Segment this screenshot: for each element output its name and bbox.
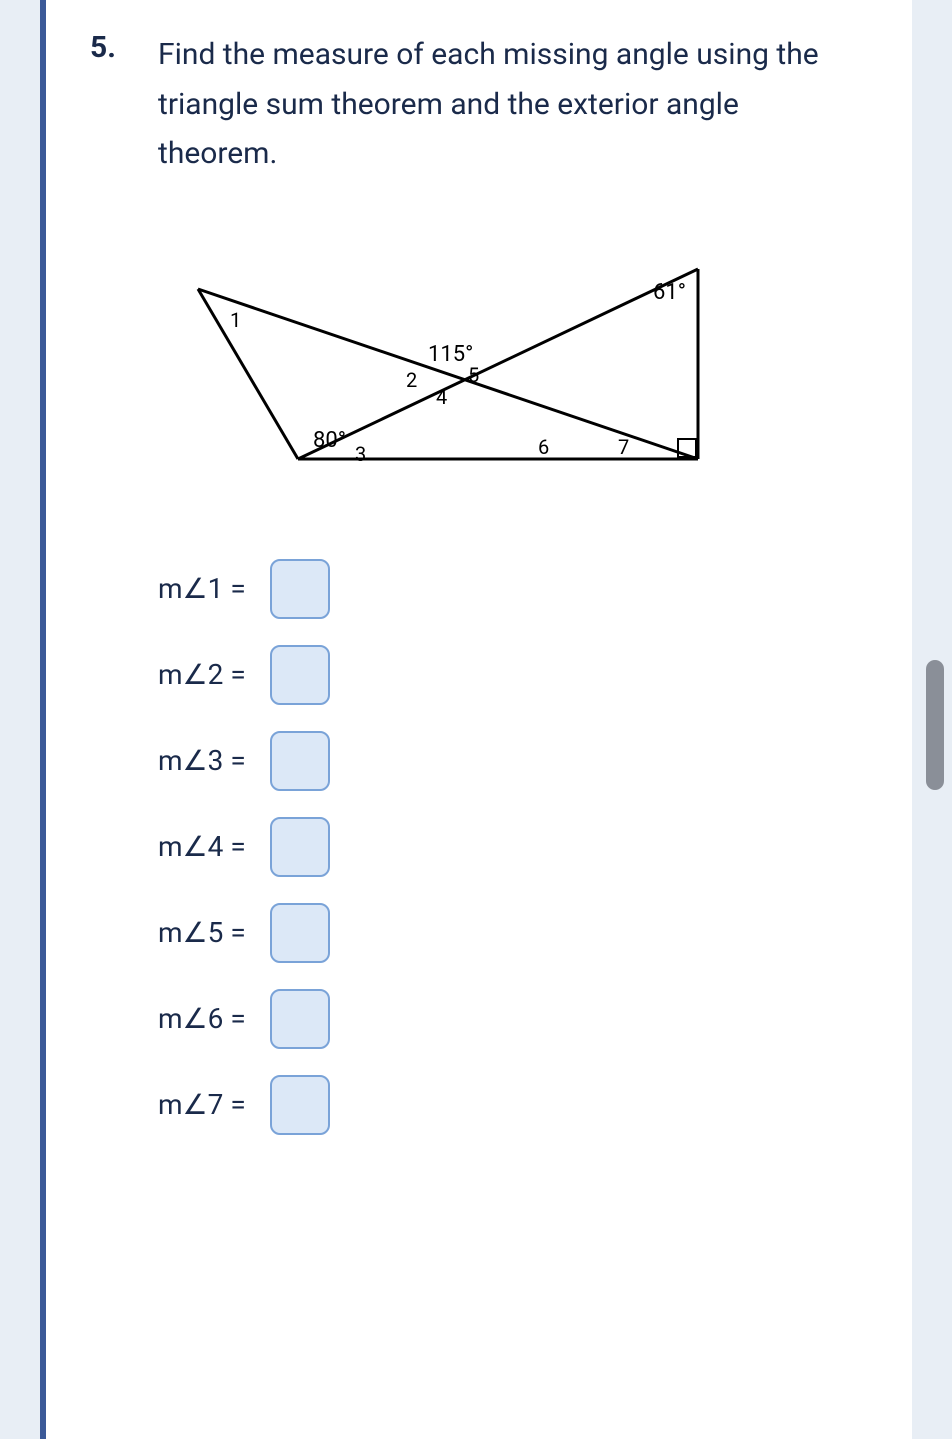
answer-label-7: m∠7 = [158, 1088, 258, 1121]
answer-label-5: m∠5 = [158, 916, 258, 949]
answer-input-4[interactable] [270, 817, 330, 877]
answer-label-3: m∠3 = [158, 744, 258, 777]
scrollbar-thumb[interactable] [926, 660, 944, 790]
answer-item-4: m∠4 = [158, 817, 862, 877]
answer-input-2[interactable] [270, 645, 330, 705]
answer-input-6[interactable] [270, 989, 330, 1049]
answer-input-5[interactable] [270, 903, 330, 963]
angle-5-label: 5 [468, 363, 479, 387]
answer-item-7: m∠7 = [158, 1075, 862, 1135]
card-accent [40, 0, 46, 1439]
answer-input-7[interactable] [270, 1075, 330, 1135]
answer-item-6: m∠6 = [158, 989, 862, 1049]
question-card: 5. Find the measure of each missing angl… [40, 0, 912, 1439]
answer-input-1[interactable] [270, 559, 330, 619]
answer-input-3[interactable] [270, 731, 330, 791]
angle-4-label: 4 [436, 385, 447, 409]
angle-2-label: 2 [406, 368, 417, 392]
answer-item-3: m∠3 = [158, 731, 862, 791]
angle-7-label: 7 [618, 435, 629, 459]
question-number: 5. [90, 30, 130, 179]
angle-61-label: 61° [653, 280, 686, 305]
angle-80-label: 80° [313, 428, 346, 453]
answer-item-5: m∠5 = [158, 903, 862, 963]
triangle-diagram: 61° 80° 115° 1 2 3 4 5 6 7 [158, 259, 718, 499]
angle-6-label: 6 [538, 435, 549, 459]
answer-label-1: m∠1 = [158, 572, 258, 605]
question-row: 5. Find the measure of each missing angl… [90, 30, 862, 179]
answer-list: m∠1 = m∠2 = m∠3 = m∠4 = m∠5 = m∠6 = m∠7 … [158, 559, 862, 1135]
answer-label-4: m∠4 = [158, 830, 258, 863]
angle-115-label: 115° [428, 342, 473, 367]
angle-1-label: 1 [230, 308, 241, 332]
answer-label-6: m∠6 = [158, 1002, 258, 1035]
answer-item-1: m∠1 = [158, 559, 862, 619]
question-text: Find the measure of each missing angle u… [158, 30, 862, 179]
angle-3-label: 3 [355, 442, 366, 466]
answer-item-2: m∠2 = [158, 645, 862, 705]
answer-label-2: m∠2 = [158, 658, 258, 691]
